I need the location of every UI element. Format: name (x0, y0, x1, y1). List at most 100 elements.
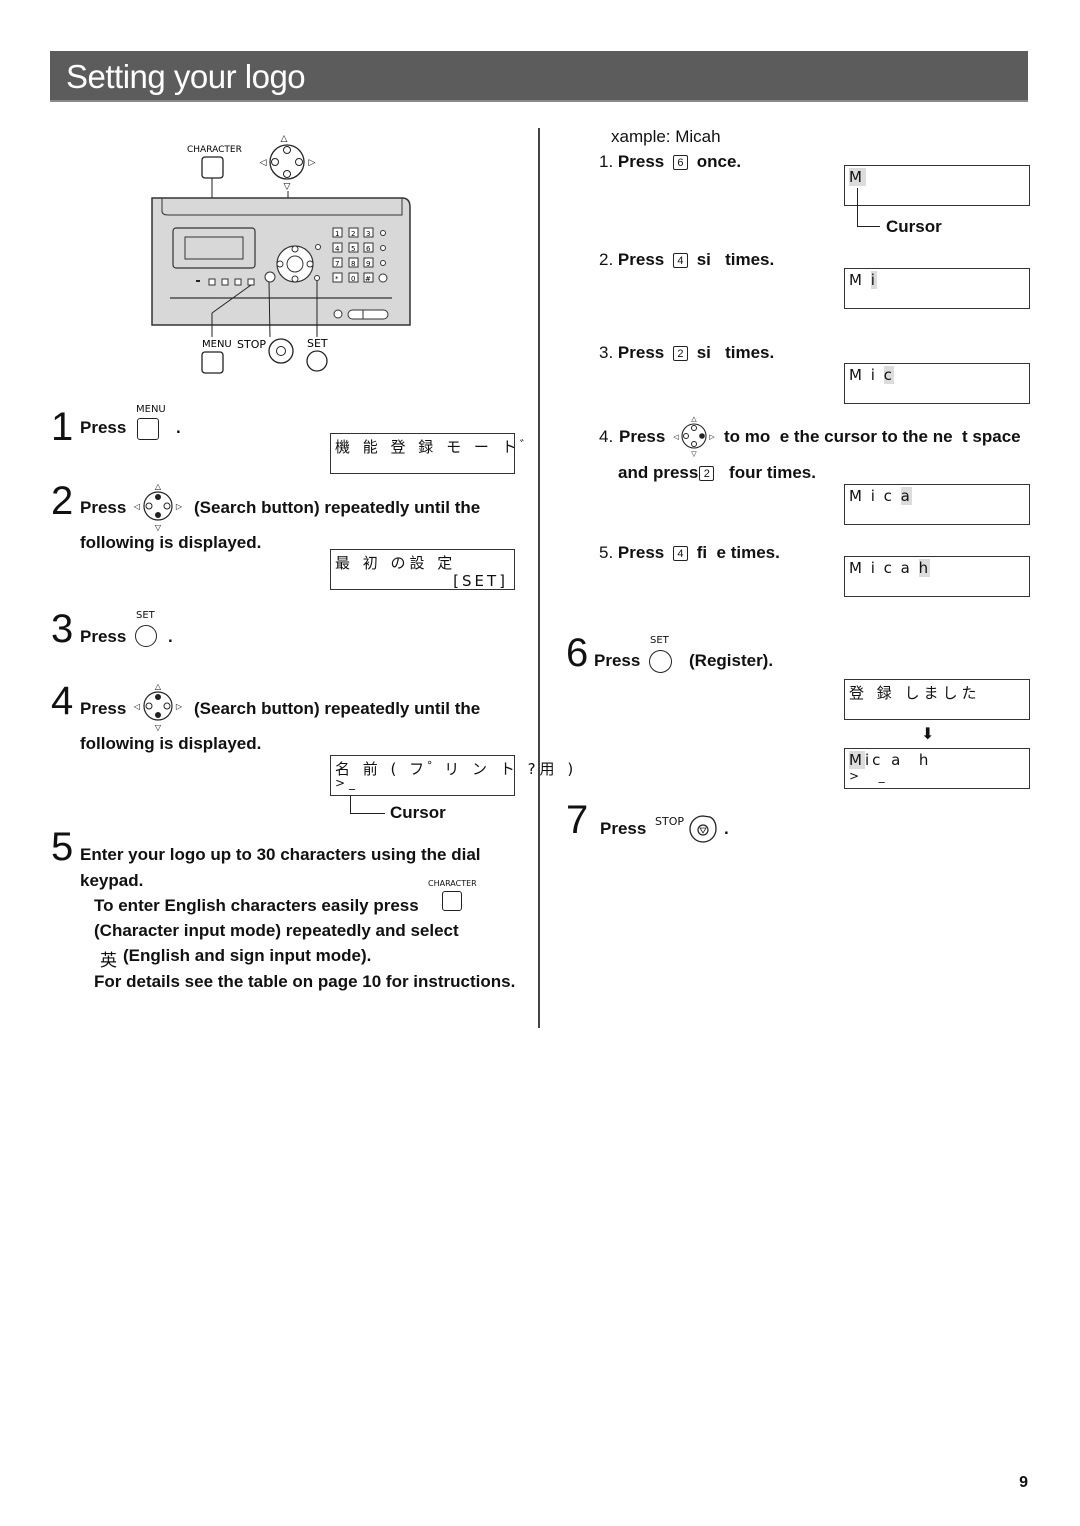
svg-text:▽: ▽ (155, 723, 162, 732)
lcd-display: 機 能 登 録 モ ー ト ゙ (330, 433, 524, 474)
svg-text:5: 5 (351, 245, 355, 253)
cursor-label: Cursor (390, 803, 446, 822)
key-6-icon: 6 (672, 155, 688, 171)
svg-text:◁: ◁ (673, 434, 679, 441)
lcd-display: Mic a h > _ (844, 748, 1030, 789)
svg-text:◁: ◁ (260, 157, 267, 167)
substep: 5. Press 4 fi e times. (599, 543, 780, 563)
fax-device-diagram: CHARACTER △ ◁ ▷ ▽ 1 2 3 4 5 6 7 8 9 * 0 … (140, 125, 430, 385)
cursor-leader-line (350, 795, 385, 814)
character-button-icon (201, 156, 224, 179)
svg-text:▷: ▷ (709, 434, 715, 441)
step-text: (Character input mode) repeatedly and se… (94, 921, 459, 940)
lcd-cursor-char: h (918, 559, 931, 577)
svg-text:0: 0 (351, 275, 355, 283)
substep-text: si times. (696, 343, 775, 362)
svg-text:#: # (365, 275, 371, 283)
lcd-cursor-char: a (900, 487, 912, 505)
substep-text: Press (617, 343, 665, 362)
substep-text: Press (617, 543, 665, 562)
substep-number: 4. (599, 427, 614, 446)
substep-text: four times. (729, 463, 816, 482)
substep: 1. Press 6 once. (599, 152, 741, 172)
svg-text:◁: ◁ (133, 502, 140, 511)
lcd-line: [SET] (453, 572, 508, 590)
substep-number: 3. (599, 343, 614, 362)
lcd-display: M i (844, 268, 1030, 309)
step-text: Press (80, 418, 127, 437)
stop-button-icon (689, 815, 717, 843)
svg-text:◁: ◁ (133, 702, 140, 711)
page-number: 9 (1019, 1474, 1028, 1491)
lcd-display: M i c a h (844, 556, 1030, 597)
navigator-button-icon: △ ◁ ▷ ▽ (260, 133, 316, 191)
substep: 2. Press 4 si times. (599, 250, 774, 270)
step-text: Enter your logo up to 30 characters usin… (80, 845, 481, 864)
svg-text:2: 2 (351, 230, 355, 238)
substep-text: fi e times. (696, 543, 780, 562)
stop-button-icon (268, 338, 294, 364)
step-text: (Search button) repeatedly until the (194, 498, 481, 517)
svg-text:8: 8 (351, 260, 355, 268)
english-mode-glyph: 英 (100, 951, 117, 970)
lcd-display: M i c a (844, 484, 1030, 525)
substep-text: si times. (696, 250, 775, 269)
svg-text:MENU: MENU (202, 339, 232, 350)
svg-text:1: 1 (335, 230, 339, 238)
lcd-display: 名 前 ( フ ゚ リ ン ト ?用 ) >_ (330, 755, 573, 796)
cursor-label: Cursor (886, 217, 942, 236)
step-text: Press (80, 699, 127, 718)
step-text: For details see the table on page 10 for… (94, 972, 516, 991)
navigator-button-icon: △ ◁ ▷ ▽ (133, 682, 183, 732)
set-button-icon (649, 650, 672, 673)
step-text: (Search button) repeatedly until the (194, 699, 481, 718)
svg-text:▽: ▽ (284, 181, 291, 191)
step-number: 4 (51, 679, 74, 723)
lcd-line: 機 能 登 録 モ ー ト ゙ (335, 438, 528, 456)
substep-text: Press (619, 427, 666, 446)
substep-number: 1. (599, 152, 614, 171)
lcd-text: M i c (849, 487, 901, 505)
lcd-text: ic a h (864, 751, 932, 769)
menu-label: MENU (136, 404, 166, 415)
svg-text:▽: ▽ (691, 451, 697, 458)
step-text: following is displayed. (80, 734, 262, 753)
step-text: . (168, 627, 173, 646)
substep-line2: and press 2 four times. (618, 463, 816, 483)
navigator-button-icon: △ ◁ ▷ ▽ (133, 482, 183, 532)
lcd-display: 登 録 しました (844, 679, 1030, 720)
step-number: 6 (566, 631, 589, 675)
lcd-display: M i c (844, 363, 1030, 404)
lcd-text: M i (849, 366, 884, 384)
step-number: 7 (566, 798, 589, 842)
svg-text:7: 7 (335, 260, 339, 268)
step-number: 1 (51, 405, 74, 449)
svg-text:△: △ (155, 682, 162, 691)
key-4-icon: 4 (672, 546, 688, 562)
substep-text: Press (617, 152, 665, 171)
column-divider (538, 128, 540, 1028)
navigator-right-icon: △ ◁ ▷ ▽ (673, 416, 715, 458)
fax-panel-illustration: CHARACTER △ ◁ ▷ ▽ 1 2 3 4 5 6 7 8 9 * 0 … (151, 133, 411, 374)
svg-text:▷: ▷ (176, 702, 183, 711)
lcd-line: 最 初 の設 定 (335, 554, 457, 572)
step-text: (Register). (689, 651, 774, 670)
lcd-line: 登 録 しました (849, 684, 981, 702)
cursor-leader-line (857, 188, 880, 227)
substep-text: Press (617, 250, 665, 269)
svg-text:▽: ▽ (155, 523, 162, 532)
step-number: 2 (51, 479, 74, 523)
step-text: Press (594, 651, 641, 670)
key-4-icon: 4 (672, 253, 688, 269)
set-label: SET (136, 610, 155, 621)
svg-text:4: 4 (335, 245, 340, 253)
svg-text:STOP: STOP (237, 338, 266, 351)
key-2-icon: 2 (672, 346, 688, 362)
step-text: To enter English characters easily press (94, 896, 419, 915)
page-title-bar: Setting your logo (50, 51, 1028, 102)
substep-text: once. (696, 152, 742, 171)
lcd-line: > _ (849, 769, 889, 783)
step-text: . (176, 418, 181, 437)
set-button-icon (306, 350, 328, 372)
arrow-down-icon: ⬇ (921, 726, 935, 743)
